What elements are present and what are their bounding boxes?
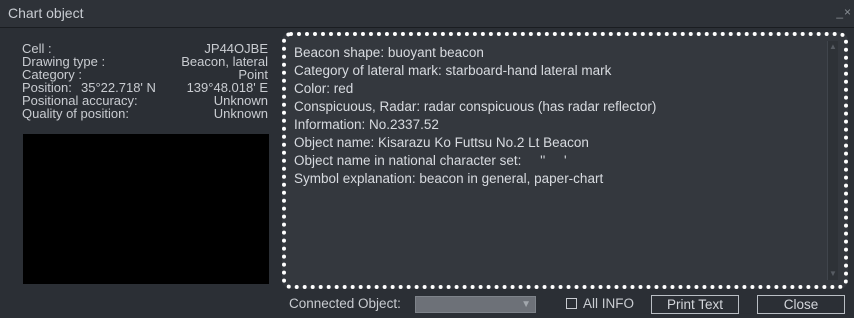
quality-of-position-value: Unknown	[213, 106, 268, 121]
title-bar[interactable]: Chart object _×	[0, 0, 854, 28]
details-text-lines: Beacon shape: buoyant beacon Category of…	[294, 44, 824, 188]
all-info-checkbox[interactable]	[566, 298, 577, 309]
detail-line: Color: red	[294, 81, 354, 96]
detail-line: Object name in national character set: '…	[294, 153, 567, 168]
scroll-up-icon[interactable]: ▲	[828, 42, 838, 52]
detail-line: Object name: Kisarazu Ko Futtsu No.2 Lt …	[294, 135, 589, 150]
print-text-button[interactable]: Print Text	[651, 295, 739, 314]
detail-line: Conspicuous, Radar: radar conspicuous (h…	[294, 99, 657, 114]
chevron-down-icon: ▼	[521, 299, 531, 310]
connected-object-label: Connected Object:	[289, 296, 401, 311]
detail-line: Symbol explanation: beacon in general, p…	[294, 171, 604, 186]
connected-object-select[interactable]: ▼	[415, 296, 536, 313]
object-details-textarea[interactable]: Beacon shape: buoyant beacon Category of…	[282, 32, 848, 289]
quality-of-position-label: Quality of position:	[22, 106, 129, 121]
detail-line: Information: No.2337.52	[294, 117, 439, 132]
bottom-bar: Connected Object: ▼ All INFO Print Text …	[0, 289, 854, 318]
detail-line: Beacon shape: buoyant beacon	[294, 45, 484, 60]
info-quality-of-position: Quality of position: Unknown	[22, 107, 268, 121]
vertical-scrollbar[interactable]: ▲ ▼	[827, 41, 838, 280]
window-title: Chart object	[8, 5, 84, 21]
symbol-preview	[23, 134, 269, 284]
scroll-down-icon[interactable]: ▼	[828, 269, 838, 279]
all-info-label[interactable]: All INFO	[583, 296, 634, 312]
chart-object-window: Chart object _× Cell : JP44OJBE Drawing …	[0, 0, 854, 318]
close-button[interactable]: Close	[757, 295, 845, 314]
window-controls[interactable]: _×	[836, 2, 852, 22]
detail-line: Category of lateral mark: starboard-hand…	[294, 63, 612, 78]
